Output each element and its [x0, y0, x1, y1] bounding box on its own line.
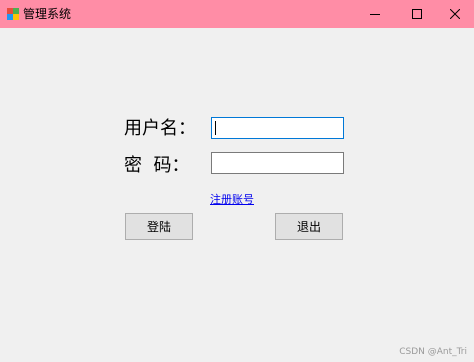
username-input[interactable]: [211, 117, 344, 139]
watermark-text: CSDN @Ant_Tri: [399, 347, 467, 357]
maximize-icon: [412, 9, 422, 19]
close-icon: [450, 9, 460, 19]
title-bar[interactable]: 管理系统: [0, 0, 474, 28]
login-button[interactable]: 登陆: [125, 213, 193, 240]
login-window: 管理系统 用户名： 密 码： 注册账号 登陆 退出 CSDN @Ant_Tri: [0, 0, 474, 362]
close-button[interactable]: [436, 0, 474, 28]
maximize-button[interactable]: [394, 0, 440, 28]
register-link[interactable]: 注册账号: [210, 193, 254, 207]
minimize-icon: [370, 14, 380, 15]
minimize-button[interactable]: [352, 0, 398, 28]
username-label: 用户名：: [124, 118, 196, 139]
password-label: 密 码：: [124, 155, 190, 176]
app-icon: [7, 8, 19, 20]
exit-button[interactable]: 退出: [275, 213, 343, 240]
window-title: 管理系统: [23, 7, 72, 21]
text-caret: [215, 121, 216, 135]
password-input[interactable]: [211, 152, 344, 174]
